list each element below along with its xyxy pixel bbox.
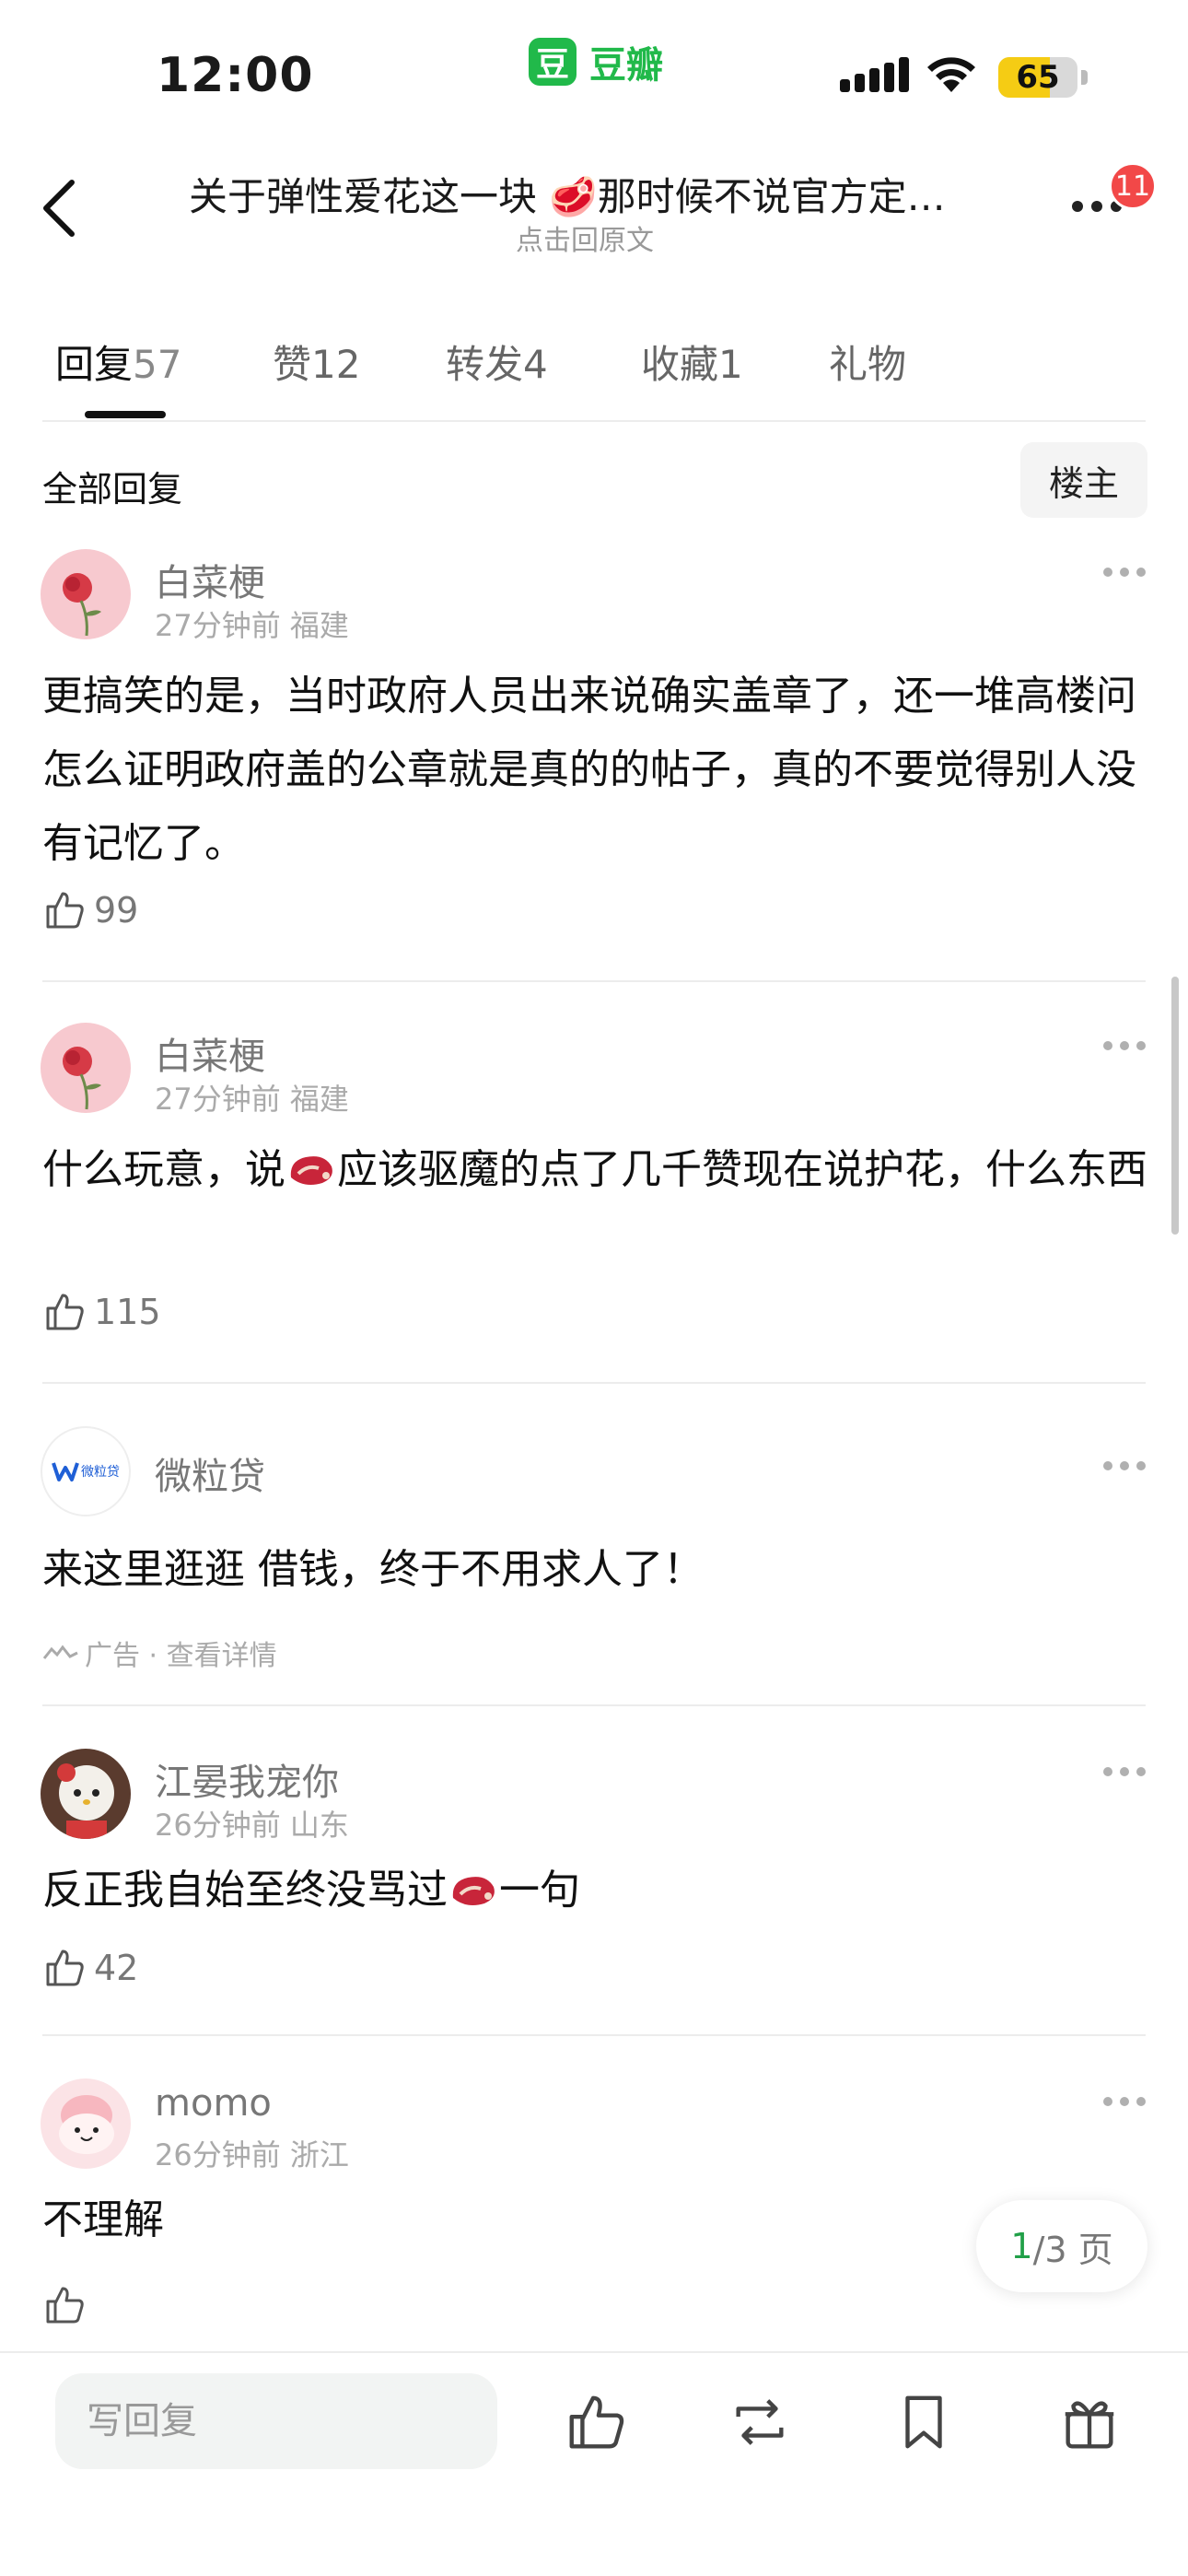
tab-likes[interactable]: 赞12 (273, 334, 360, 390)
avatar[interactable] (41, 1023, 131, 1113)
reply-input[interactable] (55, 2373, 497, 2469)
tab-gifts[interactable]: 礼物 (829, 334, 906, 390)
status-bar: 12:00 豆 豆瓣 65 (0, 0, 1188, 138)
username[interactable]: 白菜梗 (155, 553, 265, 606)
like-count: 115 (94, 1292, 161, 1332)
comment-text: 更搞笑的是，当时政府人员出来说确实盖章了，还一堆高楼问怎么证明政府盖的公章就是真… (42, 673, 1136, 867)
tab-reposts[interactable]: 转发4 (446, 334, 548, 390)
back-button[interactable] (35, 175, 90, 241)
battery-level: 65 (1016, 59, 1060, 96)
ad-label[interactable]: 广告 · 查看详情 (42, 1633, 277, 1673)
username[interactable]: 白菜梗 (155, 1026, 265, 1080)
plush-toy-avatar-icon (41, 1749, 131, 1839)
divider (42, 1382, 1146, 1384)
app-name: 豆瓣 (589, 44, 663, 87)
ad-more-button[interactable] (1103, 1461, 1146, 1470)
like-count: 42 (94, 1948, 139, 1988)
rose-avatar-icon (41, 1023, 131, 1113)
like-button[interactable]: 115 (42, 1290, 161, 1334)
current-page: 1 (1010, 2226, 1033, 2266)
like-button[interactable]: 99 (42, 888, 138, 932)
status-time: 12:00 (157, 48, 314, 103)
ad-name: 微粒贷 (155, 1456, 265, 1498)
scrollbar[interactable] (1171, 977, 1179, 1235)
comment-more-button[interactable] (1103, 2097, 1146, 2106)
repost-icon[interactable] (728, 2390, 792, 2454)
comment-text: 反正我自始至终没骂过 一句 (42, 1867, 580, 1914)
section-title: 全部回复 (42, 469, 183, 509)
avatar[interactable] (41, 1749, 131, 1839)
divider (42, 420, 1146, 422)
notification-badge: 11 (1109, 162, 1157, 210)
rose-avatar-icon (41, 549, 131, 639)
comment-meta: 26分钟前 山东 (155, 1808, 349, 1843)
steak-emoji-icon (290, 1156, 332, 1185)
page-indicator[interactable]: 1/3 页 (976, 2200, 1147, 2292)
comment-meta: 27分钟前 福建 (155, 1082, 349, 1117)
bookmark-icon[interactable] (891, 2390, 956, 2454)
like-count: 99 (94, 890, 139, 931)
divider (42, 980, 1146, 982)
comment-text: 什么玩意，说 应该驱魔的点了几千赞现在说护花，什么东西 (42, 1146, 1147, 1193)
thumbs-up-icon (46, 1950, 84, 1986)
wifi-icon (927, 57, 975, 92)
battery-icon: 65 (998, 57, 1077, 98)
divider (42, 2034, 1146, 2036)
comment-more-button[interactable] (1103, 1767, 1146, 1776)
back-to-original-link[interactable]: 点击回原文 (516, 217, 654, 258)
bottom-action-bar (0, 2351, 1188, 2576)
douban-logo-icon: 豆 (529, 38, 577, 86)
like-button[interactable] (42, 2283, 94, 2327)
battery-cap (1081, 70, 1088, 85)
gift-icon[interactable] (1057, 2390, 1122, 2454)
post-title[interactable]: 关于弹性爱花这一块 🥩那时候不说官方定… (189, 166, 999, 222)
chevron-left-icon (43, 180, 75, 237)
total-pages: /3 页 (1032, 2229, 1113, 2270)
comment-meta: 27分钟前 福建 (155, 608, 349, 643)
avatar[interactable] (41, 549, 131, 639)
steak-emoji-icon (452, 1877, 495, 1905)
app-indicator: 豆 豆瓣 (529, 35, 663, 88)
comment-meta: 26分钟前 浙江 (155, 2137, 349, 2172)
cartoon-avatar-icon (41, 2078, 131, 2169)
divider (42, 1704, 1146, 1706)
more-options-button[interactable] (1072, 201, 1122, 212)
weilidai-logo-icon (52, 1462, 79, 1481)
username[interactable]: momo (155, 2082, 272, 2125)
owner-only-filter-button[interactable]: 楼主 (1020, 442, 1147, 518)
comment-more-button[interactable] (1103, 568, 1146, 577)
tab-collections[interactable]: 收藏1 (641, 334, 743, 390)
like-post-icon[interactable] (564, 2390, 628, 2454)
active-tab-indicator (85, 411, 166, 418)
ad-logo: 微粒贷 (41, 1426, 131, 1516)
username[interactable]: 江晏我宠你 (155, 1752, 339, 1806)
comment-more-button[interactable] (1103, 1041, 1146, 1050)
thumbs-up-icon (46, 892, 84, 929)
ad-text: 来这里逛逛 借钱，终于不用求人了！ (42, 1546, 704, 1593)
like-button[interactable]: 42 (42, 1946, 138, 1990)
tab-replies[interactable]: 回复57 (55, 334, 181, 390)
avatar[interactable] (41, 2078, 131, 2169)
thumbs-up-icon (46, 1294, 84, 1330)
cellular-signal-icon (840, 57, 909, 92)
thumbs-up-icon (46, 2287, 84, 2324)
ad-icon (42, 1645, 78, 1659)
